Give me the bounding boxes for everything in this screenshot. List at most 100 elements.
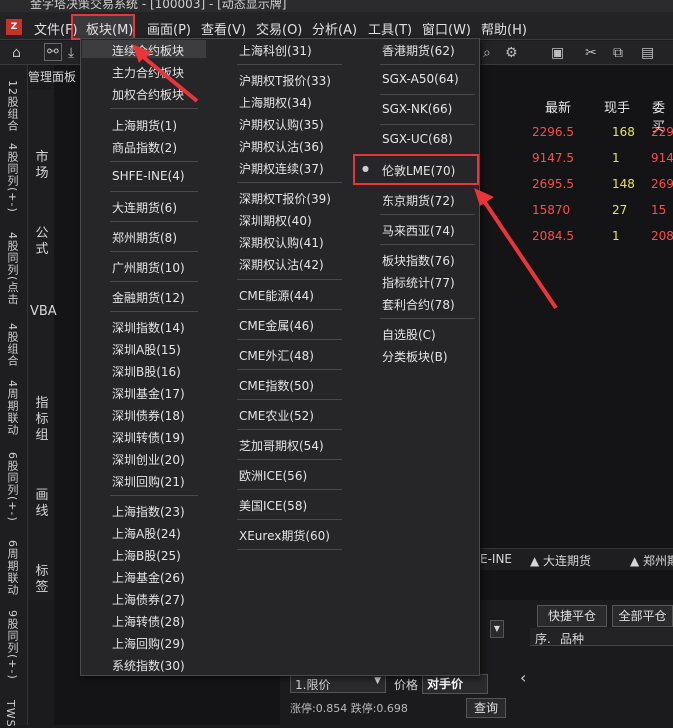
menu-file[interactable]: 文件(F) (34, 19, 78, 38)
menu-item-col2[interactable]: 欧洲ICE(56) (239, 467, 307, 484)
menu-item-col1[interactable]: 深圳指数(14) (112, 319, 185, 336)
price-field[interactable]: 对手价 (422, 674, 488, 694)
link-icon[interactable]: ⚯ (44, 43, 62, 61)
copy-icon[interactable]: ⧉ (613, 45, 623, 61)
tab-labels[interactable]: 标签 (30, 564, 54, 596)
menu-item-col2[interactable]: CME金属(46) (239, 317, 314, 334)
menu-item-col1[interactable]: 上海指数(23) (112, 503, 185, 520)
menu-item-col2[interactable]: XEurex期货(60) (239, 527, 330, 544)
menu-item-col1[interactable]: 系统指数(30) (112, 657, 185, 674)
menu-item-col2[interactable]: CME指数(50) (239, 377, 314, 394)
menu-item-col2[interactable]: 上海科创(31) (239, 42, 312, 59)
menu-item-col1[interactable]: 深圳A股(15) (112, 341, 181, 358)
menu-item-col1[interactable]: 深圳创业(20) (112, 451, 185, 468)
menu-item-col2[interactable]: CME能源(44) (239, 287, 314, 304)
tab-market[interactable]: 市场 (30, 150, 54, 182)
layout-item-5[interactable]: 4周期联动 (4, 380, 20, 436)
menu-item-col2[interactable]: CME外汇(48) (239, 347, 314, 364)
save-icon[interactable]: ▣ (551, 45, 564, 61)
close-all-button[interactable]: 全部平仓 (612, 605, 673, 627)
search-icon[interactable]: ⌕ (483, 45, 491, 61)
tab-drawing[interactable]: 画线 (30, 488, 54, 520)
menu-item-col1[interactable]: 大连期货(6) (112, 199, 177, 216)
menu-item-col3[interactable]: SGX-UC(68) (382, 132, 453, 146)
menu-help[interactable]: 帮助(H) (481, 19, 527, 38)
home-icon[interactable]: ⌂ (12, 45, 21, 61)
layout-item-1[interactable]: 12股组合 (4, 80, 20, 132)
menu-item-col1[interactable]: 深圳回购(21) (112, 473, 185, 490)
menu-trade[interactable]: 交易(O) (256, 19, 302, 38)
tab-zhengzhou[interactable]: ▲ 郑州期 (630, 552, 673, 569)
menu-item-col1[interactable]: 深圳转债(19) (112, 429, 185, 446)
cut-icon[interactable]: ✂ (585, 45, 597, 61)
menu-item-col2[interactable]: 沪期权连续(37) (239, 160, 324, 177)
tab-dalian[interactable]: ▲ 大连期货 (530, 552, 591, 569)
menu-item-col2[interactable]: CME农业(52) (239, 407, 314, 424)
paste-icon[interactable]: ▤ (641, 45, 654, 61)
menu-item-col2[interactable]: 上海期权(34) (239, 94, 312, 111)
tab-vba[interactable]: VBA (30, 304, 57, 320)
menu-item-col1[interactable]: 主力合约板块 (112, 64, 184, 81)
menu-item-col3[interactable]: 马来西亚(74) (382, 222, 455, 239)
gear-icon[interactable]: ⚙ (505, 45, 518, 61)
menu-item-col1[interactable]: 上海A股(24) (112, 525, 181, 542)
menu-item-col2[interactable]: 深期权认购(41) (239, 234, 324, 251)
menu-item-col2[interactable]: 芝加哥期权(54) (239, 437, 324, 454)
menu-view[interactable]: 查看(V) (201, 19, 246, 38)
price-type-select[interactable]: 1.限价 ▼ (290, 675, 386, 693)
menu-item-col1[interactable]: 连续合约板块 (112, 42, 184, 59)
menu-item-col1[interactable]: 加权合约板块 (112, 86, 184, 103)
menu-item-col1[interactable]: 上海回购(29) (112, 635, 185, 652)
menu-item-col1[interactable]: 上海期货(1) (112, 117, 177, 134)
menu-item-col3[interactable]: 指标统计(77) (382, 274, 455, 291)
menu-item-col2[interactable]: 深圳期权(40) (239, 212, 312, 229)
layout-item-9[interactable]: TWS (4, 700, 17, 728)
menu-item-col1[interactable]: 上海转债(28) (112, 613, 185, 630)
download-icon[interactable]: ⤓ (68, 45, 74, 61)
menu-analysis[interactable]: 分析(A) (312, 19, 357, 38)
menu-item-col1[interactable]: SHFE-INE(4) (112, 169, 185, 183)
tab-indicator-group[interactable]: 指标组 (30, 396, 54, 444)
layout-item-8[interactable]: 9股同列(+-) (4, 610, 20, 680)
menu-item-col1[interactable]: 深圳债券(18) (112, 407, 185, 424)
menu-item-col3[interactable]: SGX-NK(66) (382, 102, 452, 116)
layout-item-2[interactable]: 4股同列(+-) (4, 143, 20, 213)
menu-sector[interactable]: 板块(M) (86, 19, 133, 38)
layout-item-3[interactable]: 4股同列(点击 (4, 232, 20, 305)
menu-item-col2[interactable]: 沪期权认沽(36) (239, 138, 324, 155)
menu-item-col2[interactable]: 深期权T报价(39) (239, 190, 331, 207)
layout-item-6[interactable]: 6股同列(+-) (4, 452, 20, 522)
chevron-left-icon[interactable]: ‹ (520, 668, 526, 687)
menu-item-col3[interactable]: 套利合约(78) (382, 296, 455, 313)
menu-item-col3[interactable]: 香港期货(62) (382, 42, 455, 59)
menu-window[interactable]: 窗口(W) (422, 19, 471, 38)
layout-item-7[interactable]: 6周期联动 (4, 540, 20, 596)
menu-item-col1[interactable]: 深圳B股(16) (112, 363, 181, 380)
menu-item-col1[interactable]: 广州期货(10) (112, 259, 185, 276)
quick-close-button[interactable]: 快捷平仓 (537, 605, 607, 627)
tab-formula[interactable]: 公式 (30, 226, 54, 258)
menu-item-col3[interactable]: 分类板块(B) (382, 348, 448, 365)
menu-item-col2[interactable]: 深期权认沽(42) (239, 256, 324, 273)
menu-item-col2[interactable]: 沪期权认购(35) (239, 116, 324, 133)
menu-view-screen[interactable]: 画面(P) (147, 19, 191, 38)
menu-item-col2[interactable]: 美国ICE(58) (239, 497, 307, 514)
menu-item-col1[interactable]: 深圳基金(17) (112, 385, 185, 402)
menu-item-col1[interactable]: 上海基金(26) (112, 569, 185, 586)
menu-item-col3[interactable]: 自选股(C) (382, 326, 436, 343)
query-button[interactable]: 查询 (466, 698, 506, 718)
menu-item-col3[interactable]: 东京期货(72) (382, 192, 455, 209)
menu-item-col3[interactable]: 板块指数(76) (382, 252, 455, 269)
menu-tools[interactable]: 工具(T) (368, 19, 412, 38)
menu-item-col1[interactable]: 上海债券(27) (112, 591, 185, 608)
menu-item-col3[interactable]: SGX-A50(64) (382, 72, 459, 86)
menu-item-col1[interactable]: 郑州期货(8) (112, 229, 177, 246)
tab-ine[interactable]: E-INE (480, 552, 512, 566)
dropdown-arrow-icon[interactable]: ▼ (490, 620, 504, 638)
menu-item-col1[interactable]: 商品指数(2) (112, 139, 177, 156)
layout-item-4[interactable]: 4股组合 (4, 323, 20, 367)
menu-item-col2[interactable]: 沪期权T报价(33) (239, 72, 331, 89)
quote-volume: 1 (612, 229, 620, 243)
menu-item-col1[interactable]: 金融期货(12) (112, 289, 185, 306)
menu-item-col1[interactable]: 上海B股(25) (112, 547, 181, 564)
